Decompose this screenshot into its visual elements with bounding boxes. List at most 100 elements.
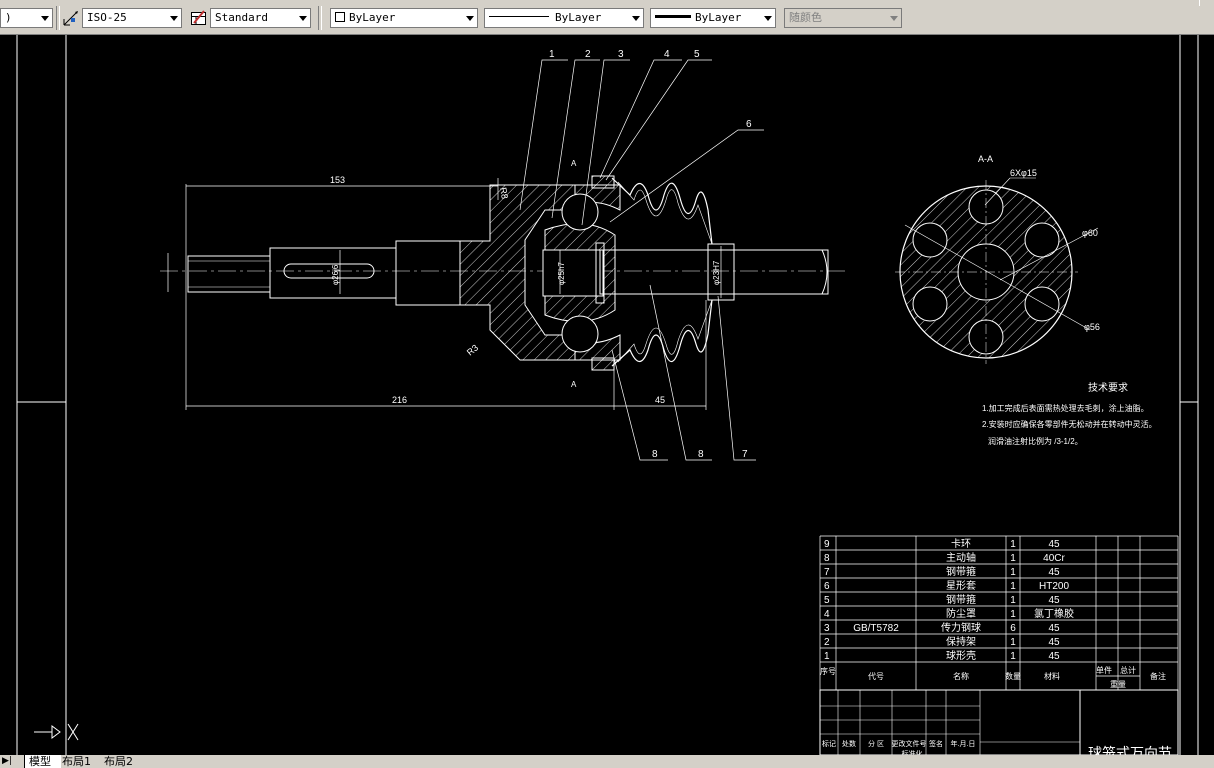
tab-layout1-label: 布局1 [62, 755, 91, 768]
section-mark-top: A [571, 159, 577, 168]
drawing-canvas[interactable]: 153 216 45 R8 R3 φ26j6 φ25h7 φ23H7 A A 1… [0, 35, 1214, 755]
bom-qty: 1 [1010, 595, 1016, 606]
toolbar-separator [318, 6, 322, 30]
bom-head-weight: 重量 [1110, 679, 1126, 689]
lineweight-combo-value: ByLayer [695, 11, 742, 24]
plot-style-value: 随颜色 [789, 11, 822, 24]
properties-toolbar: ) ISO-25 Standard ByLayer ByLayer ByLaye… [0, 0, 1214, 35]
dim-216: 216 [392, 395, 407, 405]
ucs-icon [34, 723, 79, 741]
tb-mark: 标记 [822, 739, 836, 748]
color-combo[interactable]: ByLayer [330, 8, 478, 28]
bom-qty: 1 [1010, 609, 1016, 620]
bom-material: 45 [1048, 623, 1060, 634]
bom-name: 球形壳 [946, 649, 976, 662]
tab-model-label: 模型 [29, 755, 51, 768]
tb-count: 处数 [842, 739, 856, 748]
bom-head-unit: 单件 [1096, 665, 1112, 675]
linetype-combo-value: ByLayer [555, 11, 602, 24]
bom-no: 2 [824, 637, 830, 648]
leader-3: 3 [618, 49, 624, 60]
bom-head-code: 代号 [868, 671, 884, 681]
dim-phi-seal: φ23H7 [712, 260, 721, 285]
tech-line-3: 润滑油注射比例为 /3-1/2。 [988, 436, 1083, 446]
plot-style-combo: 随颜色 [784, 8, 902, 28]
layout-tabs: ▶| 模型 布局1 布局2 [0, 755, 1214, 768]
bom-qty: 1 [1010, 581, 1016, 592]
tech-title: 技术要求 [1088, 381, 1128, 394]
section-view-aa [895, 177, 1099, 364]
bom-material: 40Cr [1043, 553, 1065, 564]
bom-material: 氯丁橡胶 [1034, 607, 1074, 620]
chevron-down-icon[interactable] [764, 16, 772, 21]
table-style-combo[interactable]: Standard [210, 8, 311, 28]
dimension-style-icon[interactable] [62, 9, 80, 27]
chevron-down-icon[interactable] [632, 16, 640, 21]
bom-qty: 1 [1010, 553, 1016, 564]
bom-qty: 6 [1010, 623, 1016, 634]
leader-4: 4 [664, 49, 670, 60]
bom-qty: 1 [1010, 539, 1016, 550]
bom-name: 保持架 [946, 635, 976, 648]
bom-material: HT200 [1039, 581, 1069, 592]
bom-no: 4 [824, 609, 830, 620]
tb-change-doc: 更改文件号 [892, 739, 927, 748]
bom-head-mat: 材料 [1044, 671, 1060, 681]
bom-material: 45 [1048, 637, 1060, 648]
leader-2: 2 [585, 49, 591, 60]
color-swatch-icon [335, 12, 345, 22]
dim-45: 45 [655, 395, 665, 405]
dim-phi-shaft: φ26j6 [331, 264, 340, 285]
bom-name: 防尘罩 [946, 607, 976, 620]
leader-5: 5 [694, 49, 700, 60]
bom-material: 45 [1048, 651, 1060, 662]
bom-head-no: 序号 [820, 666, 836, 676]
tab-layout1[interactable]: 布局1 [58, 755, 102, 768]
bill-of-materials: 9 卡环 1 45 8 主动轴 1 40Cr 7 钢带箍 1 45 6 星形套 1 HT200 5 钢带箍 1 45 4… [819, 535, 1179, 755]
tab-scroll-icon[interactable]: ▶| [2, 756, 12, 767]
section-title: A-A [978, 154, 993, 164]
toolbar-separator [56, 6, 60, 30]
bom-name: 星形套 [946, 579, 976, 592]
shaft-assembly [160, 175, 848, 371]
dim-phi60: φ60 [1082, 228, 1098, 238]
bom-qty: 1 [1010, 651, 1016, 662]
bom-no: 5 [824, 595, 830, 606]
bom-head-qty: 数量 [1005, 671, 1021, 681]
tech-requirements: 技术要求 1.加工完成后表面需热处理去毛刺，涂上油脂。 2.安装时应确保各零部件… [982, 381, 1157, 446]
leader-1: 1 [549, 49, 555, 60]
bom-material: 45 [1048, 595, 1060, 606]
bom-name: 钢带箍 [946, 565, 976, 578]
tb-date: 年.月.日 [951, 739, 976, 748]
tab-layout2[interactable]: 布局2 [100, 755, 148, 768]
leader-8b: 8 [698, 449, 704, 460]
tab-layout2-label: 布局2 [104, 755, 133, 768]
lineweight-preview-icon [655, 15, 691, 18]
bom-qty: 1 [1010, 567, 1016, 578]
table-style-icon[interactable] [190, 9, 208, 27]
tab-model[interactable]: 模型 [24, 755, 61, 768]
linetype-combo[interactable]: ByLayer [484, 8, 644, 28]
bom-name: 传力钢球 [941, 621, 981, 634]
bom-name: 主动轴 [946, 551, 976, 564]
chevron-down-icon[interactable] [466, 16, 474, 21]
linetype-preview-icon [489, 16, 549, 17]
lineweight-combo[interactable]: ByLayer [650, 8, 776, 28]
dimension-style-combo[interactable]: ISO-25 [82, 8, 182, 28]
layer-combo-value: ) [5, 11, 12, 24]
chevron-down-icon[interactable] [41, 16, 49, 21]
dim-153: 153 [330, 175, 345, 185]
layer-combo[interactable]: ) [0, 8, 53, 28]
bom-head-total: 总计 [1120, 665, 1136, 675]
bom-code: GB/T5782 [853, 623, 899, 634]
table-style-value: Standard [215, 11, 268, 24]
holes-dim: 6Xφ15 [1010, 168, 1037, 178]
drawing-frame [16, 35, 1199, 755]
tb-zone: 分 区 [868, 739, 884, 748]
dimension-style-value: ISO-25 [87, 11, 127, 24]
bom-qty: 1 [1010, 637, 1016, 648]
bom-no: 7 [824, 567, 830, 578]
bom-no: 6 [824, 581, 830, 592]
chevron-down-icon[interactable] [170, 16, 178, 21]
chevron-down-icon[interactable] [299, 16, 307, 21]
